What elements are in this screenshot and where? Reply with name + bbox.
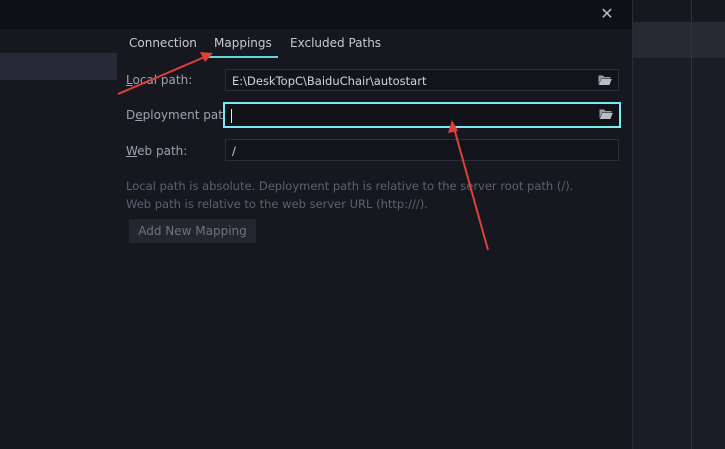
local-path-value: E:\DeskTopC\BaiduChair\autostart [232, 74, 427, 88]
deployment-path-field[interactable] [223, 102, 621, 128]
background-panel-highlight [633, 22, 725, 58]
mappings-content: Connection Mappings Excluded Paths Local… [117, 29, 632, 449]
background-panel-header [633, 0, 725, 22]
tab-connection[interactable]: Connection [129, 29, 197, 58]
server-list-panel [0, 29, 117, 449]
tab-excluded-paths[interactable]: Excluded Paths [290, 29, 381, 58]
folder-icon[interactable] [599, 108, 613, 120]
folder-icon[interactable] [598, 74, 612, 86]
web-path-field[interactable]: / [225, 139, 619, 161]
background-editor-panel [632, 0, 725, 449]
web-path-value: / [232, 144, 236, 158]
mapping-hint-line-1: Local path is absolute. Deployment path … [126, 179, 574, 193]
add-new-mapping-button[interactable]: Add New Mapping [129, 219, 256, 243]
deployment-path-label: Deployment path: [126, 108, 235, 122]
background-panel-divider [691, 0, 692, 449]
close-icon[interactable]: ✕ [598, 5, 616, 23]
local-path-field[interactable]: E:\DeskTopC\BaiduChair\autostart [225, 69, 619, 91]
server-list-selected-item[interactable] [0, 53, 117, 80]
local-path-label: Local path: [126, 73, 193, 87]
deployment-settings-screen: ✕ Connection Mappings Excluded Paths Loc… [0, 0, 725, 449]
mapping-hint-line-2: Web path is relative to the web server U… [126, 197, 428, 211]
settings-tabs: Connection Mappings Excluded Paths [117, 29, 632, 58]
tab-mappings[interactable]: Mappings [208, 29, 278, 58]
web-path-label: Web path: [126, 144, 188, 158]
dialog-title-bar: ✕ [0, 0, 632, 29]
text-caret [231, 108, 232, 123]
